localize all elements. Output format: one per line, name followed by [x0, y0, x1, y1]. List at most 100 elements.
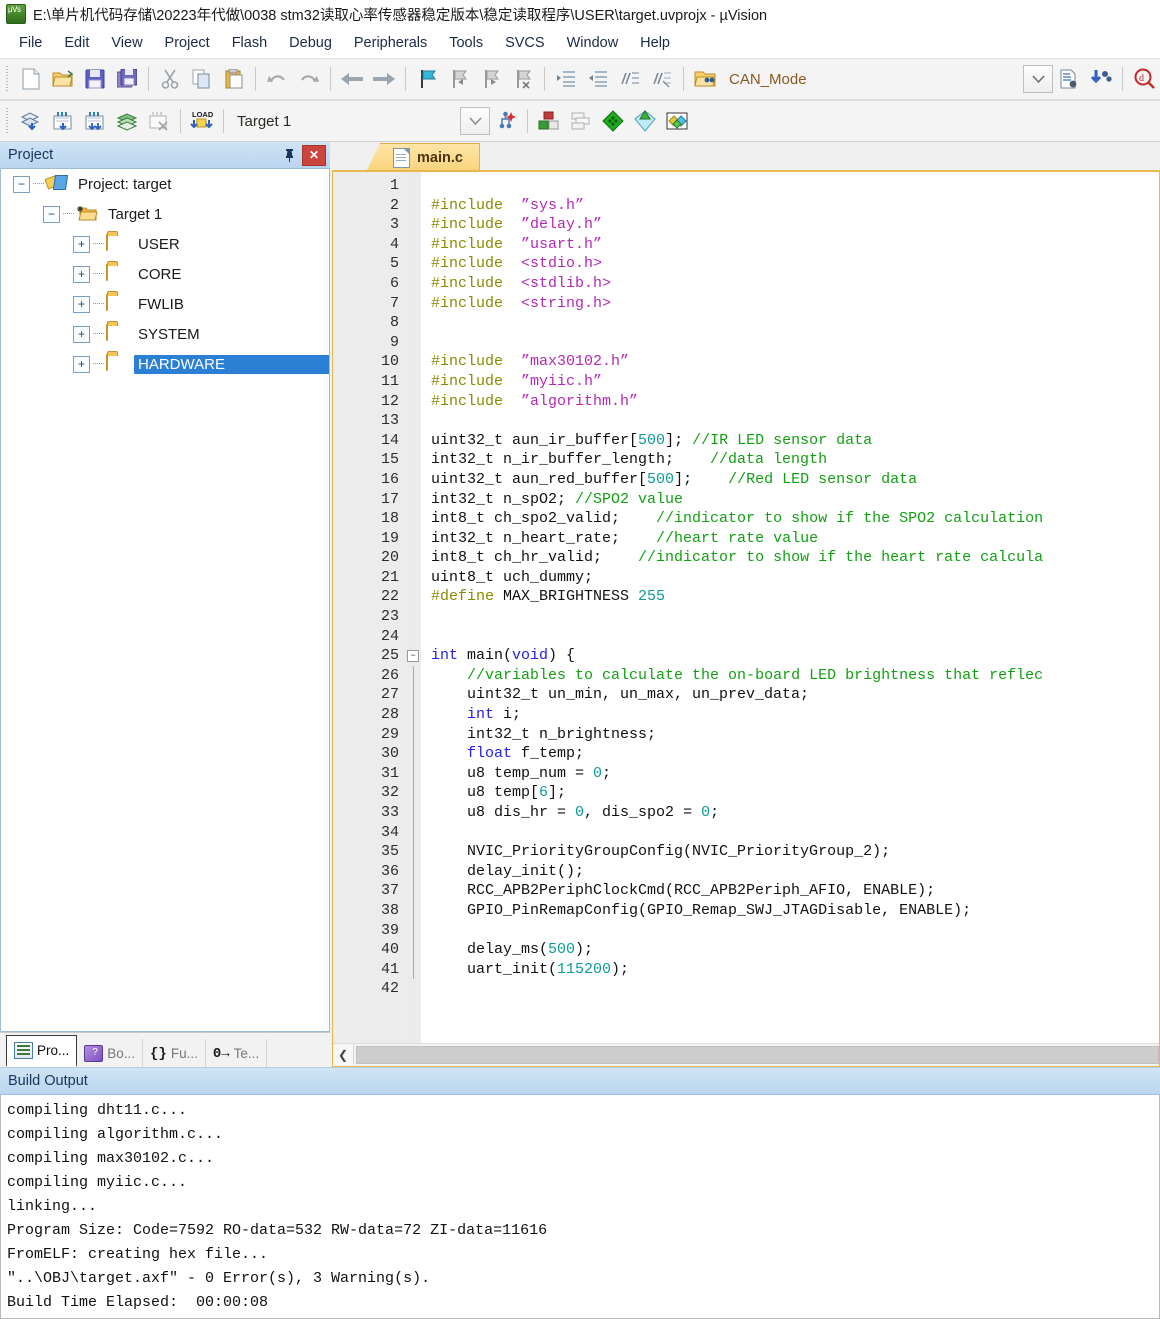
menu-item-flash[interactable]: Flash [221, 32, 278, 54]
bookmark-clear-icon[interactable] [507, 63, 539, 95]
new-file-icon[interactable] [15, 63, 47, 95]
tree-item-fwlib[interactable]: + FWLIB [1, 289, 329, 319]
navigate-back-icon[interactable] [336, 63, 368, 95]
file-properties-icon[interactable] [1053, 63, 1085, 95]
select-software-packs-icon[interactable] [661, 105, 693, 137]
save-all-icon[interactable] [111, 63, 143, 95]
code-token-kw: int [431, 647, 459, 665]
code-token-num: 500 [647, 470, 675, 488]
copy-icon[interactable] [186, 63, 218, 95]
toolbar-grip[interactable] [4, 66, 12, 92]
project-tab-fu[interactable]: {} Fu... [143, 1039, 206, 1067]
fold-collapse-icon[interactable]: − [405, 646, 421, 666]
paste-icon[interactable] [218, 63, 250, 95]
bookmark-toggle-icon[interactable] [411, 63, 443, 95]
tree-item-project-target[interactable]: − Project: target [1, 169, 329, 199]
navigate-forward-icon[interactable] [368, 63, 400, 95]
download-load-icon[interactable]: LOAD [186, 105, 218, 137]
build-target-icon[interactable] [47, 105, 79, 137]
editor-horizontal-scrollbar[interactable]: ❮ [333, 1043, 1159, 1066]
undo-icon[interactable] [261, 63, 293, 95]
multi-project-icon[interactable] [565, 105, 597, 137]
menu-item-edit[interactable]: Edit [53, 32, 100, 54]
dropdown-arrow-icon[interactable] [1023, 65, 1053, 93]
code-token-num: 0 [701, 804, 711, 821]
code-token-txt: delay_ms( [431, 941, 549, 959]
code-line: NVIC_PriorityGroupConfig(NVIC_PriorityGr… [431, 842, 1159, 862]
bookmark-next-icon[interactable] [475, 63, 507, 95]
indent-right-icon[interactable] [550, 63, 582, 95]
target-options-icon[interactable] [490, 105, 522, 137]
menu-item-tools[interactable]: Tools [438, 32, 494, 54]
scrollbar-thumb[interactable] [356, 1046, 1159, 1064]
translate-file-icon[interactable] [15, 105, 47, 137]
close-icon[interactable]: ✕ [302, 144, 326, 166]
code-token-txt: ]; [674, 470, 729, 488]
menu-item-file[interactable]: File [8, 32, 53, 54]
menu-item-svcs[interactable]: SVCS [494, 32, 556, 54]
code-line: int i; [431, 705, 1159, 725]
source-code[interactable]: #include ”sys.h” #include ”delay.h” #inclu… [421, 172, 1159, 1043]
project-tab-te[interactable]: 0→ Te... [206, 1039, 268, 1067]
manage-project-items-icon[interactable] [533, 105, 565, 137]
toolbar-grip-2[interactable] [4, 108, 12, 134]
batch-build-icon[interactable] [111, 105, 143, 137]
indent-left-icon[interactable] [582, 63, 614, 95]
project-tab-bo[interactable]: Bo... [77, 1039, 144, 1067]
redo-icon[interactable] [293, 63, 325, 95]
code-view[interactable]: 1 2 3 4 5 6 7 8 9 10 11 12 13 14 15 16 17 18 19 20 21 22 23 24 2… [333, 172, 1159, 1043]
menu-item-peripherals[interactable]: Peripherals [343, 32, 438, 54]
expand-icon[interactable]: + [73, 265, 90, 283]
menu-item-window[interactable]: Window [556, 32, 630, 54]
fold-margin-cell [405, 431, 421, 451]
comment-icon[interactable] [614, 63, 646, 95]
editor-tab-main-c[interactable]: main.c [366, 143, 480, 172]
bookmark-prev-icon[interactable] [443, 63, 475, 95]
tree-item-target-1[interactable]: − Target 1 [1, 199, 329, 229]
project-tab-pro[interactable]: Pro... [6, 1035, 78, 1067]
toolbar-mode-label[interactable]: CAN_Mode [721, 71, 815, 88]
uncomment-icon[interactable] [646, 63, 678, 95]
find-in-files-icon[interactable]: d [1128, 63, 1160, 95]
menu-item-debug[interactable]: Debug [278, 32, 343, 54]
target-selector[interactable]: Target 1 [229, 107, 490, 135]
fold-margin[interactable]: − [405, 172, 421, 1043]
rebuild-all-icon[interactable] [79, 105, 111, 137]
collapse-icon[interactable]: − [13, 175, 30, 193]
fold-margin-cell [405, 333, 421, 353]
collapse-icon[interactable]: − [43, 205, 60, 223]
tree-item-system[interactable]: + SYSTEM [1, 319, 329, 349]
pin-icon[interactable] [279, 145, 299, 165]
expand-icon[interactable]: + [73, 235, 90, 253]
menu-item-help[interactable]: Help [629, 32, 681, 54]
open-folder-config-icon[interactable] [689, 63, 721, 95]
manage-run-time-env-icon[interactable] [629, 105, 661, 137]
tree-item-user[interactable]: + USER [1, 229, 329, 259]
target-selector-label[interactable]: Target 1 [229, 113, 460, 130]
insert-symbol-icon[interactable] [1085, 63, 1117, 95]
menu-item-view[interactable]: View [100, 32, 153, 54]
cut-icon[interactable] [154, 63, 186, 95]
expand-icon[interactable]: + [73, 355, 90, 373]
project-panel-header: Project ✕ [0, 142, 330, 169]
editor-area: main.c 1 2 3 4 5 6 7 8 9 10 11 12 13 14 15 16 17 18 19 20 21… [330, 142, 1160, 1067]
tree-item-hardware[interactable]: + HARDWARE [1, 349, 329, 379]
build-output-text[interactable]: compiling dht11.c... compiling algorithm.… [0, 1095, 1160, 1319]
open-file-icon[interactable] [47, 63, 79, 95]
pack-installer-icon[interactable] [597, 105, 629, 137]
expand-icon[interactable]: + [73, 325, 90, 343]
expand-icon[interactable]: + [73, 295, 90, 313]
project-tree[interactable]: − Project: target − Target 1 + USER + CORE + FWLI… [0, 169, 330, 1032]
menu-item-project[interactable]: Project [154, 32, 221, 54]
target-folder-icon [76, 205, 98, 223]
line-number: 30 [380, 745, 399, 763]
svg-text:LOAD: LOAD [192, 110, 214, 119]
save-icon[interactable] [79, 63, 111, 95]
scroll-left-icon[interactable]: ❮ [333, 1045, 354, 1065]
target-dropdown-icon[interactable] [460, 107, 490, 135]
stop-build-icon[interactable] [143, 105, 175, 137]
project-icon [46, 175, 68, 193]
build-output-title: Build Output [8, 1073, 88, 1089]
tree-item-core[interactable]: + CORE [1, 259, 329, 289]
